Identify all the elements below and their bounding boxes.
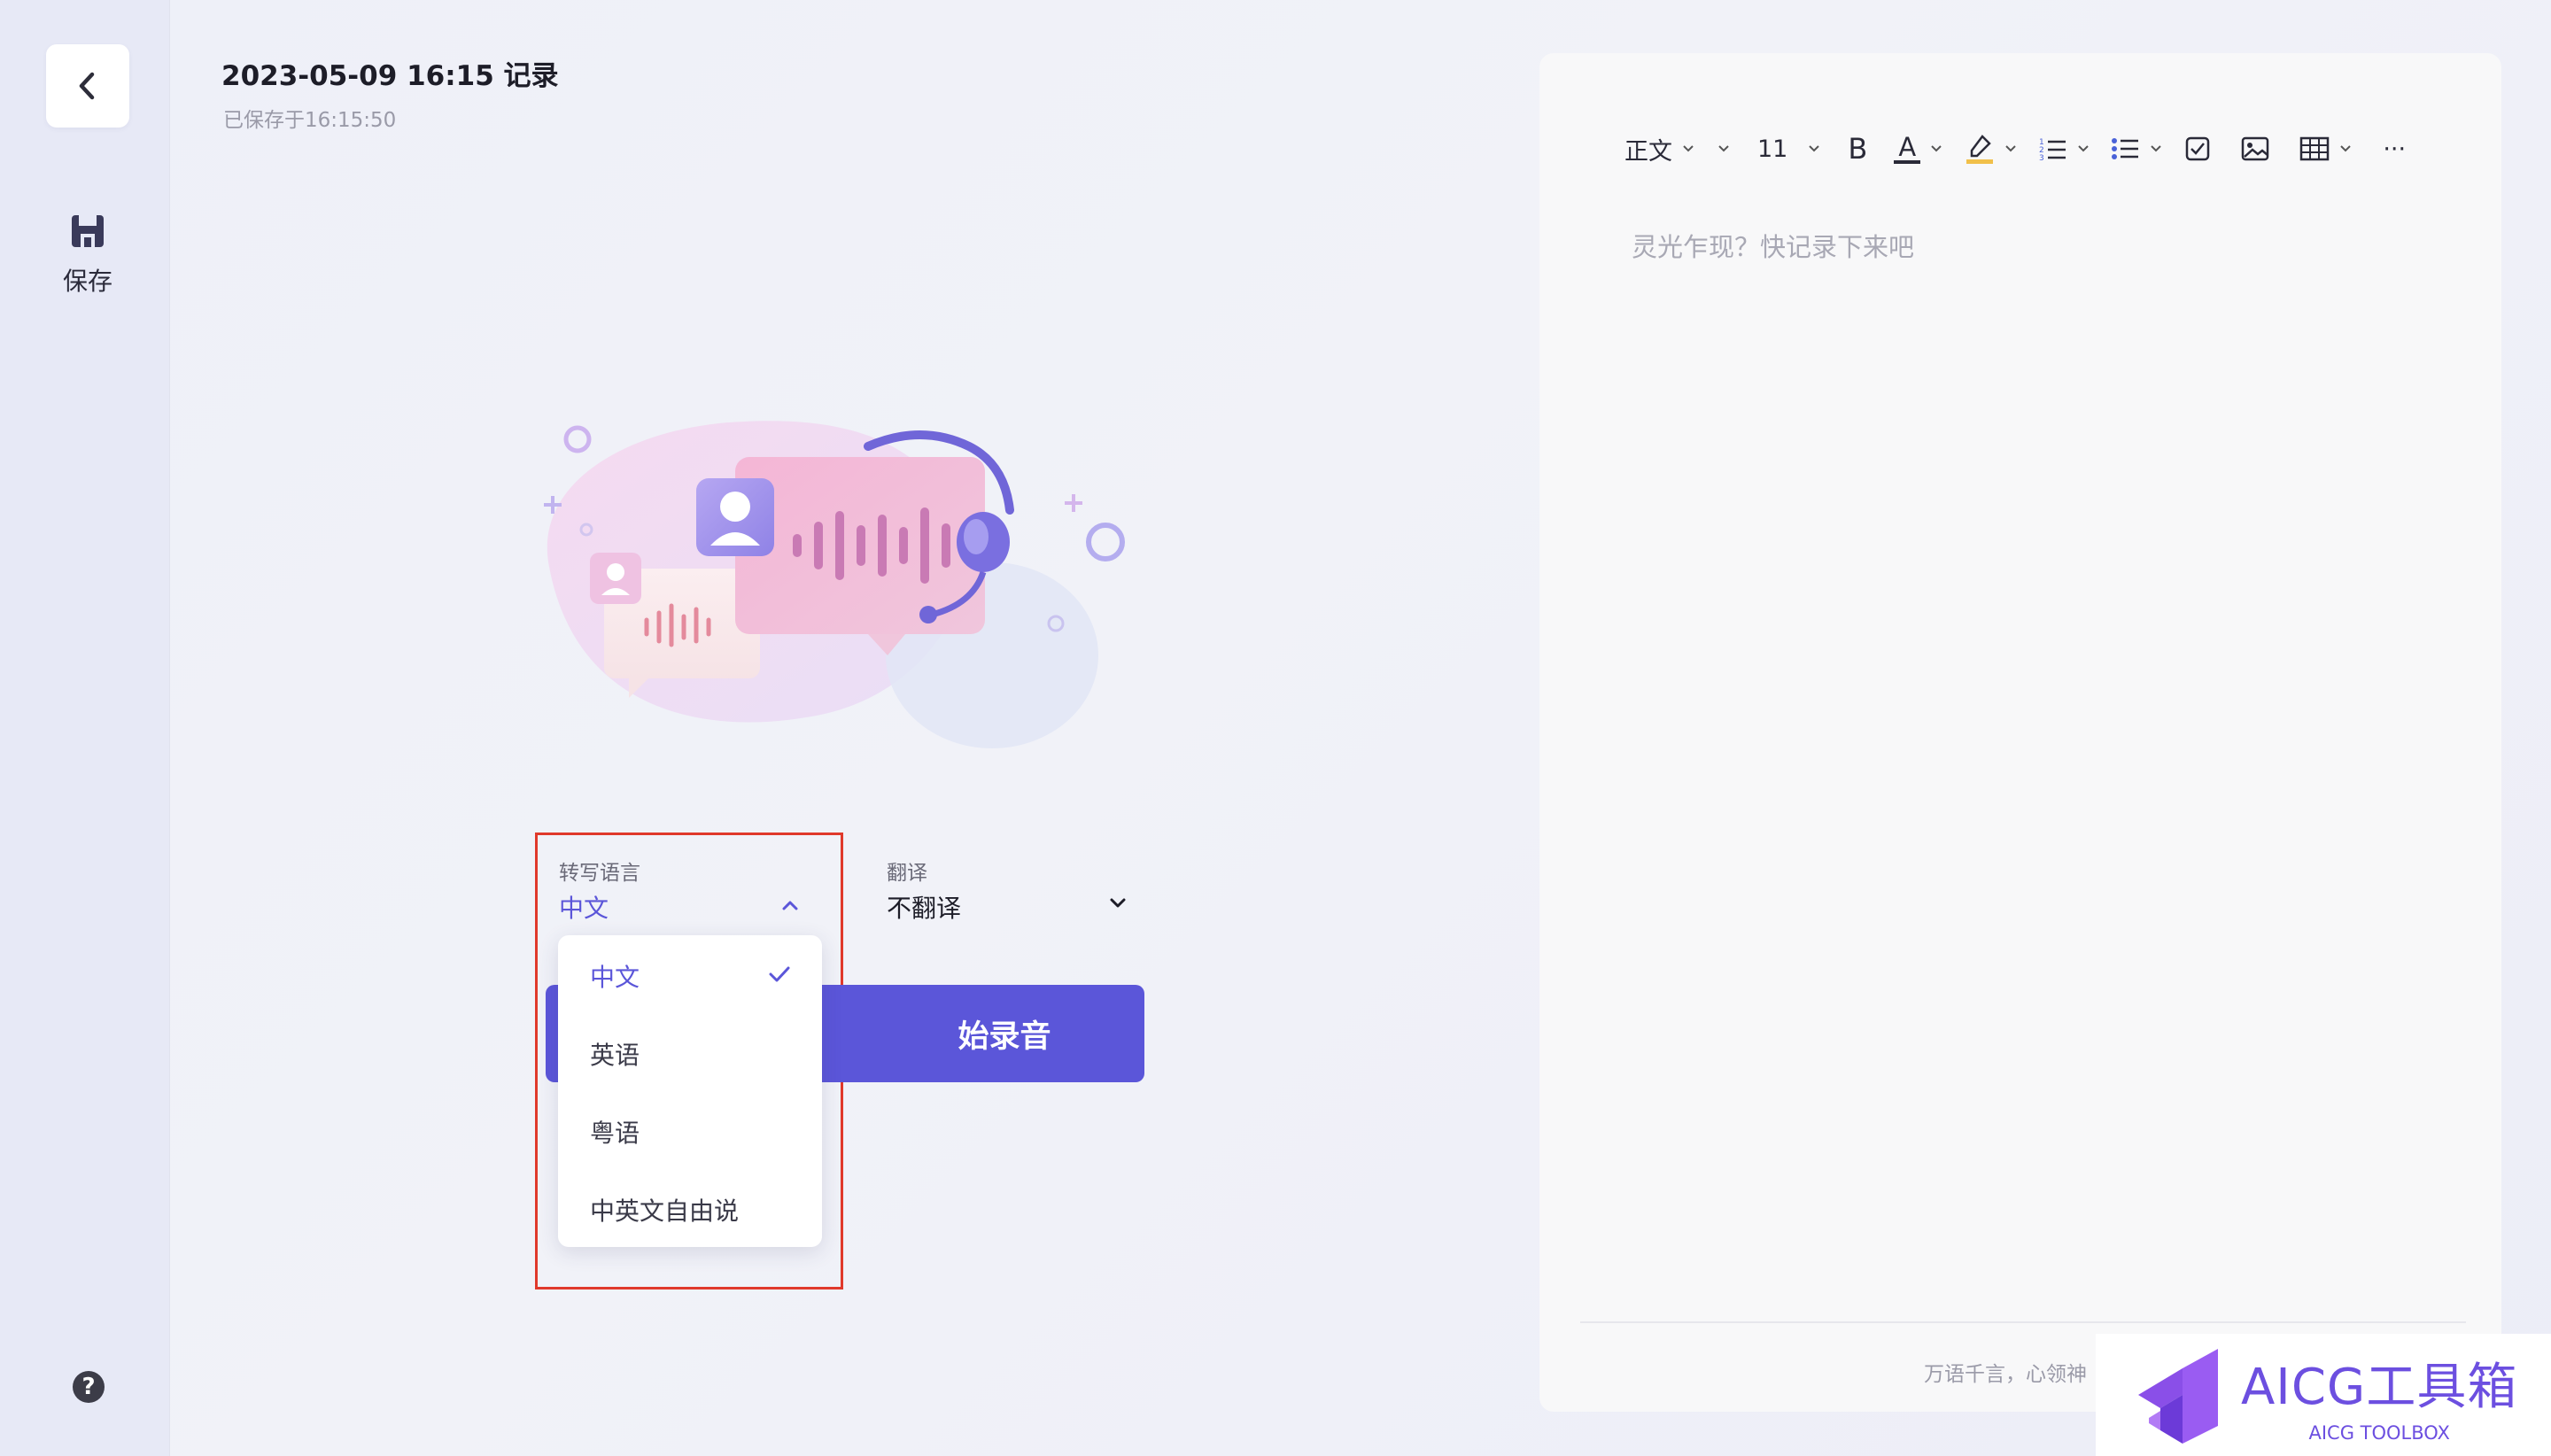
chevron-down-icon (1683, 145, 1694, 152)
font-color-button[interactable]: A (1894, 134, 1943, 164)
editor-footer-text: 万语千言，心领神 (1924, 1363, 2087, 1386)
back-button[interactable] (46, 44, 129, 128)
dropdown-option-chinese[interactable]: 中文 (590, 958, 790, 994)
chevron-down-icon (1110, 898, 1126, 908)
checklist-button[interactable] (2184, 136, 2211, 162)
aicg-logo-icon (2138, 1349, 2218, 1444)
insert-image-button[interactable] (2241, 136, 2269, 162)
bold-icon: B (1848, 132, 1868, 166)
highlight-button[interactable] (1965, 133, 2018, 165)
transcribe-language-label: 转写语言 (559, 862, 640, 885)
dropdown-option-english[interactable]: 英语 (590, 1036, 640, 1072)
note-editor: 正文 11 B A 1 2 3 ··· 灵光乍现？快记录下来吧 万语千言，心领神 (1539, 53, 2501, 1412)
more-button[interactable]: ··· (2383, 136, 2406, 163)
chevron-down-icon (2151, 145, 2162, 152)
dropdown-option-mixed[interactable]: 中英文自由说 (590, 1192, 739, 1228)
table-icon (2300, 136, 2330, 161)
svg-text:3: 3 (2039, 154, 2044, 162)
chevron-down-icon (2078, 145, 2090, 152)
transcribe-language-value: 中文 (559, 894, 609, 923)
chevron-down-icon (2005, 145, 2017, 152)
chevron-up-icon (782, 901, 798, 910)
dropdown-option-cantonese[interactable]: 粤语 (590, 1114, 640, 1150)
watermark: AICG工具箱 AICG TOOLBOX (2096, 1334, 2551, 1456)
chevron-down-icon (1718, 145, 1729, 152)
highlighter-icon (1966, 135, 1994, 164)
editor-divider (1580, 1321, 2466, 1323)
editor-toolbar: 正文 11 B A 1 2 3 ··· (1624, 124, 2422, 174)
text-style-value: 正文 (1624, 137, 1672, 166)
text-style-select[interactable]: 正文 (1624, 132, 1731, 167)
bullet-list-icon (2112, 138, 2139, 159)
transcribe-language-select[interactable]: 中文 (559, 887, 807, 926)
translate-label: 翻译 (887, 862, 927, 885)
save-label: 保存 (62, 267, 112, 296)
help-icon[interactable]: ? (73, 1371, 105, 1403)
watermark-title: AICG工具箱 (2241, 1358, 2518, 1416)
recording-illustration (544, 421, 1125, 748)
bullet-list-button[interactable] (2112, 136, 2163, 162)
watermark-subtitle: AICG TOOLBOX (2308, 1421, 2450, 1444)
insert-table-button[interactable] (2299, 136, 2353, 162)
save-disk-icon (72, 215, 104, 247)
page-title: 2023-05-09 16:15 记录 (221, 60, 559, 92)
app-window: 保存 ? 2023-05-09 16:15 记录 已保存于16:15:50 转写… (0, 0, 2551, 1456)
checkbox-icon (2186, 136, 2210, 161)
more-icon: ··· (2383, 135, 2407, 163)
chevron-down-icon (1809, 145, 1820, 152)
editor-placeholder[interactable]: 灵光乍现？快记录下来吧 (1632, 227, 1914, 264)
watermark-text: AICG工具箱 AICG TOOLBOX (2241, 1347, 2517, 1444)
image-icon (2242, 136, 2269, 161)
language-dropdown: 中文 英语 粤语 中英文自由说 (558, 935, 822, 1247)
font-size-select[interactable]: 11 (1757, 136, 1821, 163)
option-label: 中文 (590, 963, 640, 992)
back-arrow-icon (79, 72, 95, 100)
bold-button[interactable]: B (1848, 132, 1867, 166)
font-size-value: 11 (1757, 135, 1788, 163)
ordered-list-icon: 1 2 3 (2039, 138, 2066, 162)
check-icon (769, 966, 790, 982)
translate-select[interactable]: 不翻译 (887, 887, 1135, 926)
save-button[interactable]: 保存 (35, 213, 140, 310)
chevron-down-icon (2340, 145, 2352, 152)
sidebar: 保存 ? (0, 0, 170, 1456)
saved-status: 已保存于16:15:50 (223, 109, 397, 132)
ordered-list-button[interactable]: 1 2 3 (2039, 136, 2090, 162)
chevron-down-icon (1931, 145, 1942, 152)
font-color-letter: A (1898, 132, 1917, 162)
translate-value: 不翻译 (887, 894, 962, 923)
start-record-label: 始录音 (958, 1018, 1051, 1055)
font-color-icon: A (1894, 132, 1921, 164)
